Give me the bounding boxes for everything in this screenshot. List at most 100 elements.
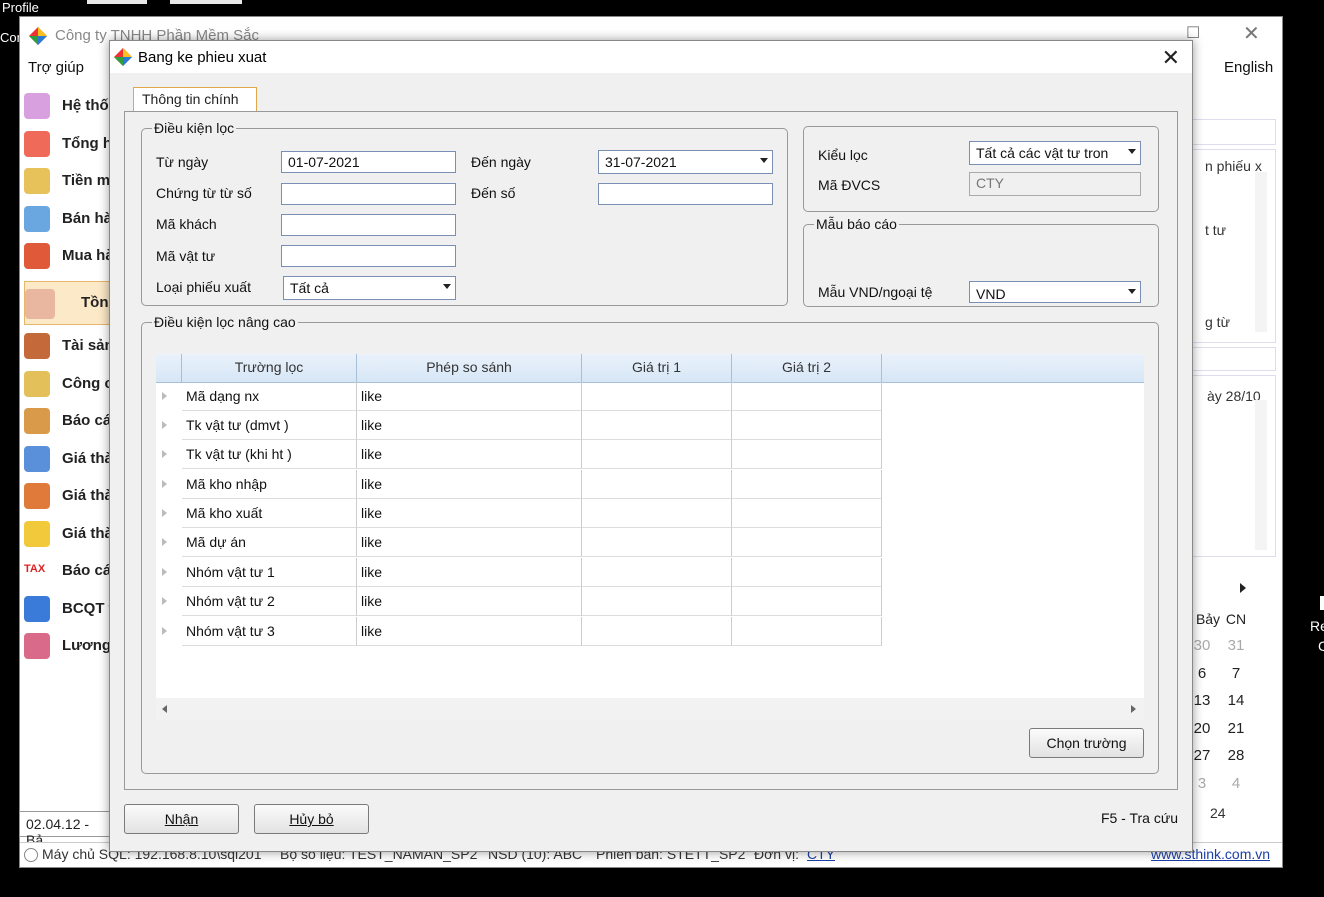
cal-day[interactable]: 21 [1224,720,1248,737]
field-cell[interactable]: Mã kho nhập [182,470,357,499]
table-row[interactable]: Tk vật tư (khi ht ) like [156,440,882,469]
sidebar-item-assets[interactable]: Tài sản [24,329,114,363]
choose-fields-button[interactable]: Chọn trường [1029,728,1144,758]
currency-select[interactable]: VND [969,281,1141,303]
field-cell[interactable]: Nhóm vật tư 3 [182,617,357,646]
next-month-icon[interactable] [1240,583,1246,593]
operator-cell[interactable]: like [357,440,582,469]
sidebar-item-tools[interactable]: Công c [24,367,113,401]
operator-cell[interactable]: like [357,558,582,587]
table-row[interactable]: Tk vật tư (dmvt ) like [156,411,882,440]
panel-text[interactable]: ày 28/10 [1207,388,1261,404]
scroll-right-icon[interactable] [1131,705,1136,713]
operator-cell[interactable]: like [357,617,582,646]
doc-to-input[interactable] [598,183,773,205]
value2-cell[interactable] [732,617,882,646]
item-input[interactable] [281,245,456,267]
scroll-left-icon[interactable] [162,705,167,713]
operator-cell[interactable]: like [357,528,582,557]
cal-day[interactable]: 13 [1190,692,1214,709]
to-date-picker[interactable]: 31-07-2021 [598,150,773,174]
operator-cell[interactable]: like [357,470,582,499]
vertical-scrollbar[interactable] [1255,400,1267,550]
field-cell[interactable]: Mã dự án [182,528,357,557]
cal-day[interactable]: 7 [1224,665,1248,682]
cal-day[interactable]: 14 [1224,692,1248,709]
operator-cell[interactable]: like [357,499,582,528]
column-header[interactable]: Phép so sánh [357,354,582,382]
operator-cell[interactable]: like [357,411,582,440]
menu-language[interactable]: English [1224,59,1273,76]
table-row[interactable]: Nhóm vật tư 2 like [156,587,882,616]
value1-cell[interactable] [582,558,732,587]
vertical-scrollbar[interactable] [1255,172,1267,332]
filter-type-select[interactable]: Tất cả các vật tư tron [969,141,1141,165]
cal-day[interactable]: 28 [1224,747,1248,764]
cal-day[interactable]: 3 [1190,775,1214,792]
value1-cell[interactable] [582,440,732,469]
field-cell[interactable]: Nhóm vật tư 1 [182,558,357,587]
sidebar-item-reports[interactable]: Báo cá [24,404,112,438]
value2-cell[interactable] [732,528,882,557]
table-row[interactable]: Mã dạng nx like [156,382,882,411]
table-row[interactable]: Mã kho nhập like [156,470,882,499]
cal-day[interactable]: 4 [1224,775,1248,792]
value2-cell[interactable] [732,558,882,587]
sidebar-item-inventory[interactable]: Tồn [24,281,112,325]
cal-day[interactable]: 27 [1190,747,1214,764]
sidebar-item-payroll[interactable]: Lương [24,629,112,663]
close-icon[interactable]: ✕ [1162,45,1180,71]
value2-cell[interactable] [732,411,882,440]
sidebar-item-tax-report[interactable]: TAX Báo cá [24,554,112,588]
table-row[interactable]: Mã kho xuất like [156,499,882,528]
field-cell[interactable]: Nhóm vật tư 2 [182,587,357,616]
type-select[interactable]: Tất cả [283,276,456,300]
panel-text[interactable]: n phiếu x [1205,158,1262,174]
sidebar-item-sales[interactable]: Bán hà [24,202,112,236]
value2-cell[interactable] [732,499,882,528]
value2-cell[interactable] [732,587,882,616]
cal-day[interactable]: 30 [1190,637,1214,654]
sidebar-item-cost-3[interactable]: Giá thà [24,517,113,551]
doc-from-input[interactable] [281,183,456,205]
tab-main-info[interactable]: Thông tin chính [133,87,257,112]
panel-text[interactable]: t tư [1205,222,1226,238]
column-header[interactable]: Trường lọc [182,354,357,382]
cal-day[interactable]: 31 [1224,637,1248,654]
column-header[interactable]: Giá trị 2 [732,354,882,382]
cal-day[interactable]: 20 [1190,720,1214,737]
operator-cell[interactable]: like [357,382,582,411]
from-date-input[interactable]: 01-07-2021 [281,151,456,173]
sidebar-item-purchase[interactable]: Mua hà [24,239,114,273]
table-row[interactable]: Mã dự án like [156,528,882,557]
cancel-button[interactable]: Hủy bỏ [254,804,369,834]
value1-cell[interactable] [582,528,732,557]
field-cell[interactable]: Mã kho xuất [182,499,357,528]
field-cell[interactable]: Mã dạng nx [182,382,357,411]
value1-cell[interactable] [582,499,732,528]
value1-cell[interactable] [582,617,732,646]
sidebar-item-cash[interactable]: Tiền m [24,164,112,198]
cal-day[interactable]: 6 [1190,665,1214,682]
sidebar-item-bcqt[interactable]: BCQT t [24,592,114,626]
sidebar-item-cost-1[interactable]: Giá thà [24,442,113,476]
desktop-icon-label[interactable]: Profile [2,0,39,14]
table-row[interactable]: Nhóm vật tư 3 like [156,617,882,646]
value1-cell[interactable] [582,382,732,411]
sidebar-item-system[interactable]: Hệ thố [24,89,112,123]
customer-input[interactable] [281,214,456,236]
sidebar-item-general[interactable]: Tổng h [24,127,112,161]
ok-button[interactable]: Nhận [124,804,239,834]
horizontal-scrollbar[interactable] [156,698,1144,720]
menu-help[interactable]: Trợ giúp [28,59,84,76]
value1-cell[interactable] [582,587,732,616]
operator-cell[interactable]: like [357,587,582,616]
value1-cell[interactable] [582,470,732,499]
panel-text[interactable]: g từ [1205,314,1230,330]
value1-cell[interactable] [582,411,732,440]
field-cell[interactable]: Tk vật tư (dmvt ) [182,411,357,440]
sidebar-item-cost-2[interactable]: Giá thà [24,479,113,513]
value2-cell[interactable] [732,382,882,411]
value2-cell[interactable] [732,440,882,469]
field-cell[interactable]: Tk vật tư (khi ht ) [182,440,357,469]
